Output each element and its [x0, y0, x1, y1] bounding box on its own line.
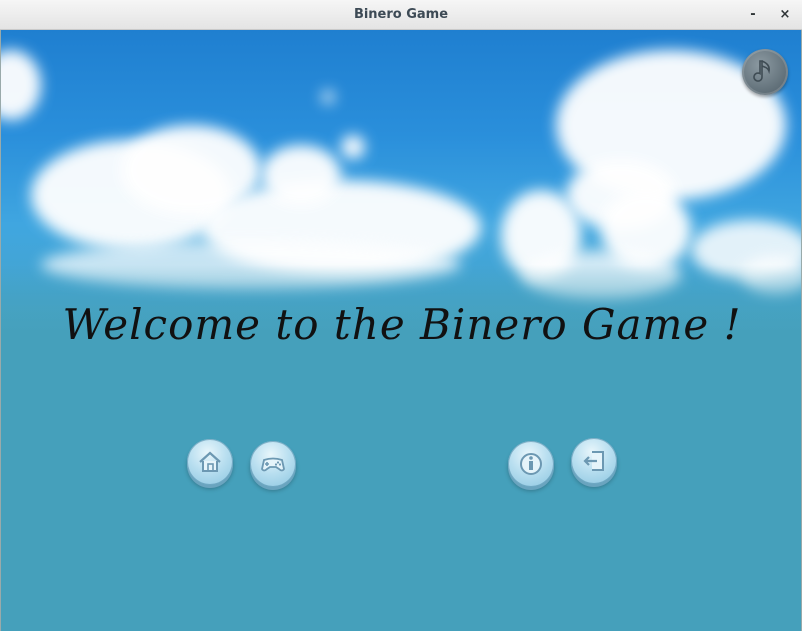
play-button[interactable]	[250, 441, 296, 487]
minimize-button[interactable]: -	[742, 0, 764, 29]
title-bar: Binero Game - ×	[0, 0, 802, 30]
exit-button[interactable]	[571, 438, 617, 484]
gamepad-icon	[261, 457, 285, 472]
home-button[interactable]	[187, 439, 233, 485]
app-window: Binero Game - × Welcome to the Binero Ga…	[0, 0, 802, 631]
close-button[interactable]: ×	[774, 0, 796, 29]
music-toggle-button[interactable]	[742, 49, 788, 95]
music-note-icon	[753, 60, 770, 82]
info-icon	[520, 453, 542, 475]
welcome-heading: Welcome to the Binero Game !	[62, 300, 742, 349]
home-icon	[199, 451, 221, 472]
info-button[interactable]	[508, 441, 554, 487]
exit-icon	[583, 451, 604, 471]
game-scene: Welcome to the Binero Game !	[0, 30, 802, 631]
window-title: Binero Game	[353, 7, 449, 22]
